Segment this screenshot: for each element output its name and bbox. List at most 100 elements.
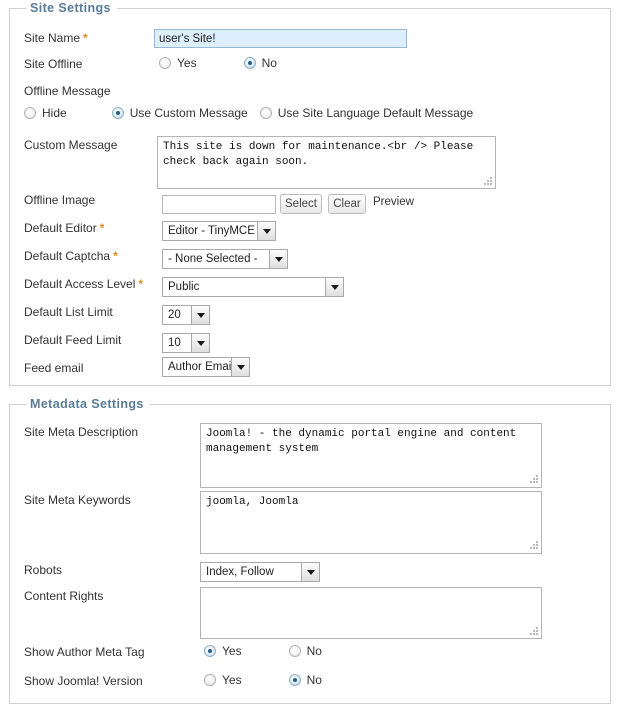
show-joomla-version-label: Show Joomla! Version: [24, 674, 143, 688]
radio-circle-icon: [159, 57, 171, 69]
row-site-meta-keywords: Site Meta Keywords: [10, 491, 610, 559]
robots-select[interactable]: Index, Follow: [200, 562, 320, 582]
chevron-down-icon[interactable]: [269, 250, 287, 268]
chevron-down-icon[interactable]: [191, 306, 209, 324]
offline-message-custom-label: Use Custom Message: [129, 106, 248, 120]
offline-image-preview-label: Preview: [373, 196, 414, 208]
site-settings-panel: Site Settings Site Name* Site Offline Ye…: [9, 1, 611, 386]
default-access-level-label: Default Access Level *: [24, 277, 143, 291]
row-site-offline: Site Offline Yes No: [10, 55, 610, 77]
chevron-down-icon[interactable]: [191, 334, 209, 352]
row-default-editor: Default Editor * Editor - TinyMCE: [10, 219, 610, 241]
offline-message-radio-group: Hide Use Custom Message Use Site Languag…: [24, 106, 473, 120]
row-content-rights: Content Rights: [10, 587, 610, 645]
default-access-level-select[interactable]: Public: [162, 277, 344, 297]
radio-circle-selected-icon: [288, 674, 301, 686]
row-default-captcha: Default Captcha * - None Selected -: [10, 247, 610, 269]
default-list-limit-select[interactable]: 20: [162, 305, 210, 325]
offline-message-radio-hide[interactable]: Hide: [24, 106, 67, 120]
radio-circle-selected-icon: [243, 57, 256, 69]
default-editor-label: Default Editor *: [24, 221, 104, 235]
site-settings-legend: Site Settings: [26, 1, 117, 15]
custom-message-label: Custom Message: [24, 138, 118, 152]
show-author-meta-tag-radio-no[interactable]: No: [288, 644, 322, 658]
default-list-limit-value: 20: [168, 309, 181, 321]
show-joomla-version-no-label: No: [306, 673, 322, 687]
row-offline-message-mode: Offline Message: [10, 82, 610, 104]
offline-image-select-button[interactable]: Select: [280, 194, 322, 214]
site-name-input[interactable]: [154, 29, 407, 48]
robots-value: Index, Follow: [206, 566, 274, 578]
show-joomla-version-radio-no[interactable]: No: [288, 673, 322, 687]
chevron-down-icon[interactable]: [231, 358, 249, 376]
default-captcha-value: - None Selected -: [168, 253, 258, 265]
offline-image-clear-button[interactable]: Clear: [328, 194, 366, 214]
show-author-meta-tag-yes-label: Yes: [222, 644, 242, 658]
feed-email-label: Feed email: [24, 361, 84, 375]
global-configuration-page: Site Settings Site Name* Site Offline Ye…: [0, 0, 620, 712]
default-list-limit-label: Default List Limit: [24, 305, 113, 319]
row-default-access-level: Default Access Level * Public: [10, 275, 610, 297]
show-author-meta-tag-label: Show Author Meta Tag: [24, 645, 145, 659]
row-default-feed-limit: Default Feed Limit 10: [10, 331, 610, 353]
default-captcha-required-marker: *: [113, 249, 118, 263]
row-robots: Robots Index, Follow: [10, 561, 610, 583]
site-meta-description-label: Site Meta Description: [24, 425, 139, 439]
chevron-down-icon[interactable]: [257, 222, 275, 240]
show-author-meta-tag-radio-yes[interactable]: Yes: [204, 644, 242, 658]
radio-circle-icon: [24, 107, 36, 119]
site-name-required-marker: *: [83, 31, 88, 45]
row-offline-message-options: Hide Use Custom Message Use Site Languag…: [10, 105, 610, 127]
feed-email-select[interactable]: Author Email: [162, 357, 250, 377]
site-offline-radio-group: Yes No: [159, 56, 277, 70]
site-offline-radio-no[interactable]: No: [243, 56, 277, 70]
feed-email-value: Author Email: [168, 361, 231, 373]
default-feed-limit-value: 10: [168, 337, 181, 349]
chevron-down-icon[interactable]: [301, 563, 319, 581]
site-meta-keywords-textarea[interactable]: [200, 491, 542, 554]
show-joomla-version-radio-group: Yes No: [204, 673, 322, 687]
show-author-meta-tag-radio-group: Yes No: [204, 644, 322, 658]
content-rights-textarea[interactable]: [200, 587, 542, 639]
default-captcha-label: Default Captcha *: [24, 249, 118, 263]
row-offline-image: Offline Image Select Clear Preview: [10, 191, 610, 214]
site-offline-radio-yes[interactable]: Yes: [159, 56, 197, 70]
offline-message-radio-custom[interactable]: Use Custom Message: [111, 106, 248, 120]
offline-image-input[interactable]: [162, 195, 276, 214]
row-feed-email: Feed email Author Email: [10, 357, 610, 381]
site-offline-label: Site Offline: [24, 57, 83, 71]
radio-circle-icon: [204, 674, 216, 686]
metadata-settings-legend: Metadata Settings: [26, 397, 150, 411]
offline-message-radio-site-default[interactable]: Use Site Language Default Message: [259, 106, 474, 120]
default-feed-limit-select[interactable]: 10: [162, 333, 210, 353]
default-feed-limit-label: Default Feed Limit: [24, 333, 122, 347]
custom-message-textarea[interactable]: [157, 136, 496, 189]
show-joomla-version-yes-label: Yes: [222, 673, 242, 687]
site-meta-description-textarea[interactable]: [200, 423, 542, 488]
site-offline-yes-label: Yes: [177, 56, 197, 70]
row-site-name: Site Name *: [10, 29, 610, 51]
default-access-level-label-text: Default Access Level: [24, 277, 136, 291]
offline-message-site-default-label: Use Site Language Default Message: [277, 106, 474, 120]
default-editor-label-text: Default Editor: [24, 221, 97, 235]
radio-circle-selected-icon: [111, 107, 124, 119]
show-joomla-version-radio-yes[interactable]: Yes: [204, 673, 242, 687]
radio-circle-icon: [259, 107, 272, 119]
row-show-author-meta-tag: Show Author Meta Tag Yes No: [10, 643, 610, 665]
site-meta-keywords-label: Site Meta Keywords: [24, 493, 131, 507]
row-custom-message: Custom Message: [10, 136, 610, 194]
row-site-meta-description: Site Meta Description: [10, 423, 610, 493]
radio-circle-selected-icon: [204, 645, 216, 657]
offline-image-label: Offline Image: [24, 193, 96, 207]
offline-message-hide-label: Hide: [42, 106, 67, 120]
metadata-settings-panel: Metadata Settings Site Meta Description …: [9, 397, 611, 704]
chevron-down-icon[interactable]: [325, 278, 343, 296]
row-show-joomla-version: Show Joomla! Version Yes No: [10, 672, 610, 694]
radio-circle-icon: [288, 645, 301, 657]
default-editor-select[interactable]: Editor - TinyMCE: [162, 221, 276, 241]
default-captcha-label-text: Default Captcha: [24, 249, 111, 263]
default-editor-required-marker: *: [99, 221, 105, 235]
default-captcha-select[interactable]: - None Selected -: [162, 249, 288, 269]
row-default-list-limit: Default List Limit 20: [10, 303, 610, 325]
show-author-meta-tag-no-label: No: [306, 644, 322, 658]
